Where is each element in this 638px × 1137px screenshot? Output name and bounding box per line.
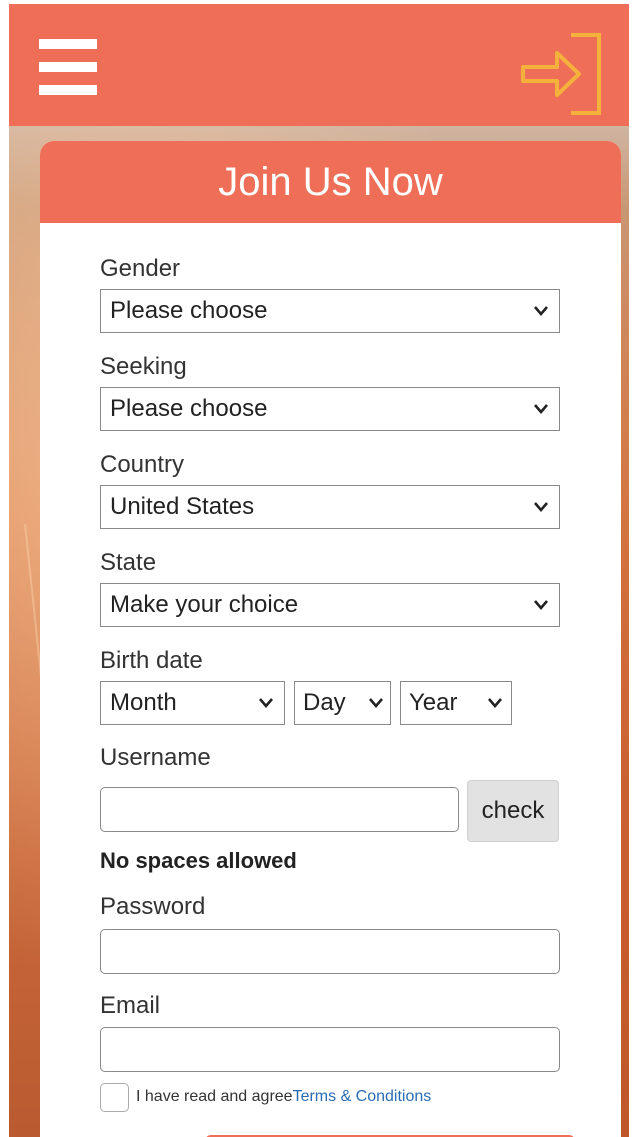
email-input[interactable] [100,1027,560,1072]
chevron-down-icon [534,306,548,316]
top-navigation-bar [9,4,629,126]
country-label: Country [100,451,185,478]
username-hint: No spaces allowed [100,848,297,873]
page-background: Join Us Now Gender Please choose Seeking… [9,4,629,1137]
username-input[interactable] [100,787,459,832]
chevron-down-icon [534,502,548,512]
chevron-down-icon [534,404,548,414]
state-select[interactable]: Make your choice [100,583,560,627]
birth-day-value: Day [303,689,346,716]
gender-select-value: Please choose [110,297,268,324]
sign-in-arrow-icon[interactable] [519,31,603,117]
seeking-label: Seeking [100,353,187,380]
birth-month-value: Month [110,689,177,716]
agree-label: I have read and agree [136,1088,293,1105]
chevron-down-icon [259,698,273,708]
seeking-select[interactable]: Please choose [100,387,560,431]
birth-day-select[interactable]: Day [294,681,391,725]
birth-date-label: Birth date [100,647,203,674]
state-select-value: Make your choice [110,591,299,618]
state-label: State [100,549,157,576]
email-label: Email [100,992,161,1019]
birth-month-select[interactable]: Month [100,681,285,725]
gender-label: Gender [100,255,181,282]
chevron-down-icon [534,600,548,610]
birth-year-value: Year [409,689,458,716]
check-username-button[interactable]: check [467,780,559,842]
signup-title: Join Us Now [40,141,621,223]
chevron-down-icon [488,698,502,708]
username-label: Username [100,744,211,771]
terms-link[interactable]: Terms & Conditions [293,1088,432,1105]
password-input[interactable] [100,929,560,974]
birth-year-select[interactable]: Year [400,681,512,725]
gender-select[interactable]: Please choose [100,289,560,333]
password-label: Password [100,893,206,920]
agree-checkbox[interactable] [100,1083,129,1112]
chevron-down-icon [369,698,383,708]
agree-text: I have read and agreeTerms & Conditions [136,1088,431,1106]
signup-card: Join Us Now Gender Please choose Seeking… [40,141,621,1137]
hamburger-menu-icon[interactable] [39,39,97,95]
seeking-select-value: Please choose [110,395,268,422]
country-select[interactable]: United States [100,485,560,529]
country-select-value: United States [110,493,255,520]
